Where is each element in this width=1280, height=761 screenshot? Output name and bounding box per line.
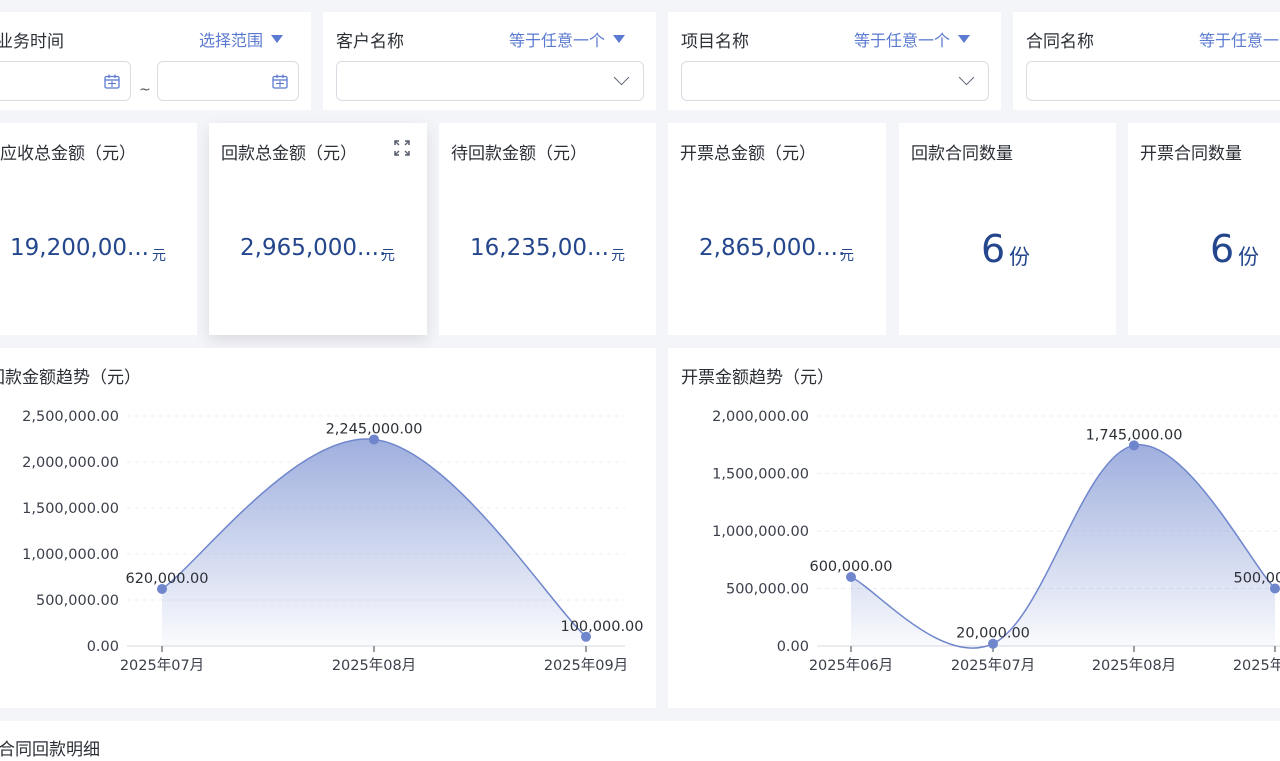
customer-select[interactable] <box>336 61 644 101</box>
filter-customer: 客户名称 等于任意一个 <box>323 12 656 110</box>
payment-trend-card: 回款金额趋势（元） <box>0 348 656 708</box>
project-select[interactable] <box>681 61 989 101</box>
contract-select[interactable] <box>1026 61 1280 101</box>
kpi-title: 应收总金额（元） <box>0 144 136 164</box>
customer-operator-dropdown[interactable]: 等于任意一个 <box>509 27 626 51</box>
project-operator-dropdown[interactable]: 等于任意一个 <box>854 27 971 51</box>
filter-contract: 合同名称 等于任意一个 <box>1013 12 1280 110</box>
kpi-value: 6 <box>1210 227 1235 271</box>
kpi-invoice-total: 开票总金额（元） 2,865,000.... 元 <box>668 123 886 335</box>
kpi-title: 开票合同数量 <box>1140 144 1242 164</box>
kpi-unit: 元 <box>611 248 625 264</box>
kpi-title: 回款总金额（元） <box>221 144 357 164</box>
kpi-payment-total: 回款总金额（元） 2,965,000.... 元 <box>209 123 427 335</box>
filter-title: 项目名称 <box>681 32 749 52</box>
kpi-value: 19,200,00... <box>10 235 149 261</box>
caret-down-icon <box>958 35 971 43</box>
calendar-icon <box>272 74 288 89</box>
section-title: 合同回款明细 <box>0 740 100 760</box>
kpi-value: 2,965,000.... <box>240 235 387 261</box>
end-date-input[interactable] <box>157 61 299 101</box>
kpi-title: 待回款金额（元） <box>451 144 587 164</box>
kpi-value: 6 <box>981 227 1006 271</box>
kpi-unit: 元 <box>840 248 854 264</box>
filter-project: 项目名称 等于任意一个 <box>668 12 1001 110</box>
chart-title: 回款金额趋势（元） <box>0 368 141 388</box>
filter-title: 合同名称 <box>1026 32 1094 52</box>
kpi-receivable-total: 应收总金额（元） 19,200,00... 元 <box>0 123 197 335</box>
contract-payment-detail-card <box>0 721 1280 761</box>
start-date-input[interactable] <box>0 61 131 101</box>
caret-down-icon <box>613 35 626 43</box>
operator-label: 等于任意一个 <box>854 31 951 50</box>
kpi-value: 2,865,000.... <box>699 235 846 261</box>
chevron-down-icon <box>613 69 630 86</box>
operator-label: 等于任意一个 <box>1199 31 1280 50</box>
kpi-pending-payment: 待回款金额（元） 16,235,00... 元 <box>439 123 656 335</box>
contract-operator-dropdown[interactable]: 等于任意一个 <box>1199 27 1280 51</box>
kpi-title: 回款合同数量 <box>911 144 1013 164</box>
filter-title: 客户名称 <box>336 32 404 52</box>
filter-business-time: 业务时间 选择范围 ~ <box>0 12 311 110</box>
caret-down-icon <box>271 35 284 43</box>
kpi-unit: 元 <box>152 248 166 264</box>
invoice-trend-card: 开票金额趋势（元） <box>668 348 1280 708</box>
chart-title: 开票金额趋势（元） <box>681 368 834 388</box>
kpi-invoice-contracts: 开票合同数量 6 份 <box>1128 123 1280 335</box>
range-separator: ~ <box>139 82 151 98</box>
kpi-unit: 元 <box>381 248 395 264</box>
calendar-icon <box>104 74 120 89</box>
operator-label: 等于任意一个 <box>509 31 606 50</box>
kpi-title: 开票总金额（元） <box>680 144 816 164</box>
kpi-unit: 份 <box>1238 245 1259 269</box>
filter-title: 业务时间 <box>0 32 64 52</box>
range-operator-dropdown[interactable]: 选择范围 <box>199 27 284 51</box>
kpi-unit: 份 <box>1009 245 1030 269</box>
operator-label: 选择范围 <box>199 31 264 50</box>
chevron-down-icon <box>958 69 975 86</box>
kpi-payment-contracts: 回款合同数量 6 份 <box>899 123 1116 335</box>
kpi-value: 16,235,00... <box>470 235 609 261</box>
fullscreen-icon[interactable] <box>394 140 410 156</box>
